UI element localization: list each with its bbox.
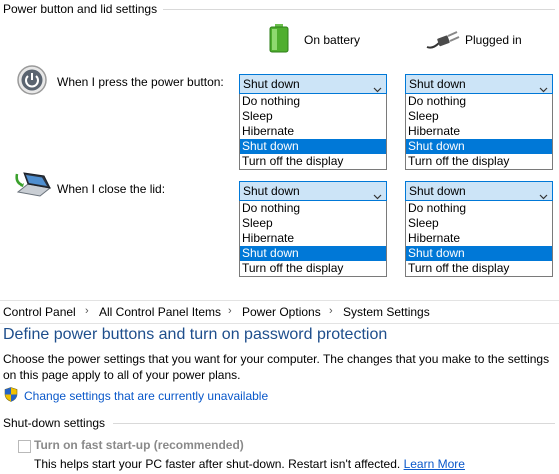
- dropdown-value: Shut down: [243, 77, 300, 91]
- dropdown-value: Shut down: [243, 184, 300, 198]
- option-shut-down[interactable]: Shut down: [406, 139, 552, 154]
- option-sleep[interactable]: Sleep: [406, 216, 552, 231]
- lid-battery-list: Do nothing Sleep Hibernate Shut down Tur…: [239, 201, 387, 277]
- option-sleep[interactable]: Sleep: [240, 109, 386, 124]
- chevron-right-icon: ›: [329, 305, 333, 317]
- dropdown-value: Shut down: [409, 77, 466, 91]
- option-hibernate[interactable]: Hibernate: [406, 231, 552, 246]
- uac-shield-icon: [4, 387, 18, 405]
- option-do-nothing[interactable]: Do nothing: [240, 201, 386, 216]
- fast-startup-checkbox[interactable]: [18, 440, 31, 453]
- power-button-battery-dropdown[interactable]: Shut down: [239, 74, 387, 94]
- fast-startup-help: This helps start your PC faster after sh…: [34, 457, 465, 471]
- power-button-icon: [16, 64, 48, 99]
- lid-plugged-dropdown[interactable]: Shut down: [405, 181, 553, 201]
- option-sleep[interactable]: Sleep: [406, 109, 552, 124]
- power-button-plugged-dropdown[interactable]: Shut down: [405, 74, 553, 94]
- chevron-right-icon: ›: [228, 305, 232, 317]
- lid-plugged-list: Do nothing Sleep Hibernate Shut down Tur…: [405, 201, 553, 277]
- fast-startup-help-text: This helps start your PC faster after sh…: [34, 457, 401, 471]
- option-sleep[interactable]: Sleep: [240, 216, 386, 231]
- option-shut-down[interactable]: Shut down: [240, 139, 386, 154]
- option-turn-off-display[interactable]: Turn off the display: [240, 261, 386, 276]
- breadcrumb-all-items[interactable]: All Control Panel Items: [99, 305, 221, 319]
- section-divider: [163, 9, 555, 10]
- option-hibernate[interactable]: Hibernate: [406, 124, 552, 139]
- option-do-nothing[interactable]: Do nothing: [406, 94, 552, 109]
- column-header-plugged: Plugged in: [465, 33, 522, 47]
- power-button-label: When I press the power button:: [57, 75, 224, 89]
- battery-icon: [268, 23, 290, 56]
- option-hibernate[interactable]: Hibernate: [240, 124, 386, 139]
- option-turn-off-display[interactable]: Turn off the display: [240, 154, 386, 169]
- laptop-lid-icon: [14, 170, 52, 203]
- breadcrumb-control-panel[interactable]: Control Panel: [3, 305, 76, 319]
- shutdown-settings-title: Shut-down settings: [3, 416, 106, 430]
- option-turn-off-display[interactable]: Turn off the display: [406, 261, 552, 276]
- breadcrumb-system-settings[interactable]: System Settings: [343, 305, 430, 319]
- plug-icon: [426, 29, 460, 54]
- option-do-nothing[interactable]: Do nothing: [406, 201, 552, 216]
- breadcrumb: Control Panel › All Control Panel Items …: [0, 300, 559, 324]
- section-title: Power button and lid settings: [3, 2, 158, 16]
- lid-battery-dropdown[interactable]: Shut down: [239, 181, 387, 201]
- column-header-battery: On battery: [304, 33, 361, 47]
- change-settings-link[interactable]: Change settings that are currently unava…: [24, 389, 268, 403]
- power-button-battery-list: Do nothing Sleep Hibernate Shut down Tur…: [239, 94, 387, 170]
- option-do-nothing[interactable]: Do nothing: [240, 94, 386, 109]
- option-shut-down[interactable]: Shut down: [240, 246, 386, 261]
- learn-more-link[interactable]: Learn More: [404, 457, 465, 471]
- lid-label: When I close the lid:: [57, 182, 166, 196]
- option-shut-down[interactable]: Shut down: [406, 246, 552, 261]
- dropdown-value: Shut down: [409, 184, 466, 198]
- option-turn-off-display[interactable]: Turn off the display: [406, 154, 552, 169]
- fast-startup-label: Turn on fast start-up (recommended): [34, 438, 244, 452]
- page-description: Choose the power settings that you want …: [3, 352, 550, 382]
- chevron-right-icon: ›: [85, 305, 89, 317]
- breadcrumb-power-options[interactable]: Power Options: [242, 305, 321, 319]
- shutdown-divider: [113, 423, 555, 424]
- option-hibernate[interactable]: Hibernate: [240, 231, 386, 246]
- page-title: Define power buttons and turn on passwor…: [3, 326, 388, 343]
- power-button-plugged-list: Do nothing Sleep Hibernate Shut down Tur…: [405, 94, 553, 170]
